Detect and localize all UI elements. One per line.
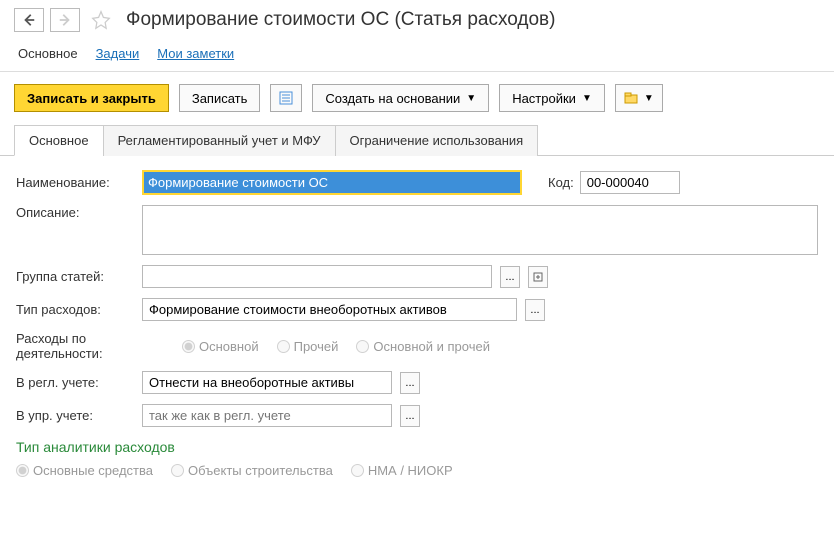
code-input-wrap: [580, 171, 680, 194]
caret-down-icon: ▼: [466, 93, 476, 104]
upr-select-button[interactable]: ...: [400, 405, 420, 427]
analytics-os-radio[interactable]: Основные средства: [16, 463, 153, 478]
type-input[interactable]: [143, 299, 516, 320]
back-button[interactable]: [14, 8, 44, 32]
desc-label: Описание:: [16, 205, 136, 220]
group-label: Группа статей:: [16, 269, 136, 284]
upr-input-wrap: [142, 404, 392, 427]
name-input[interactable]: Формирование стоимости ОС: [144, 172, 520, 193]
tab-limit[interactable]: Ограничение использования: [335, 125, 539, 156]
tab-reg[interactable]: Регламентированный учет и МФУ: [103, 125, 336, 156]
tab-main[interactable]: Основное: [14, 125, 104, 156]
more-button[interactable]: ▼: [615, 84, 663, 112]
list-icon: [279, 91, 293, 105]
type-label: Тип расходов:: [16, 302, 136, 317]
code-input[interactable]: [581, 172, 679, 193]
activity-radio-group: Основной Прочей Основной и прочей: [182, 339, 490, 354]
settings-button[interactable]: Настройки▼: [499, 84, 605, 112]
activity-main-radio[interactable]: Основной: [182, 339, 259, 354]
activity-other-radio[interactable]: Прочей: [277, 339, 339, 354]
code-label: Код:: [548, 175, 574, 190]
desc-textarea[interactable]: [142, 205, 818, 255]
form: Наименование: Формирование стоимости ОС …: [0, 156, 834, 492]
create-based-button[interactable]: Создать на основании▼: [312, 84, 489, 112]
page-title: Формирование стоимости ОС (Статья расход…: [126, 9, 555, 31]
reg-label: В регл. учете:: [16, 375, 136, 390]
type-input-wrap: [142, 298, 517, 321]
reg-input[interactable]: [143, 372, 391, 393]
analytics-nma-radio[interactable]: НМА / НИОКР: [351, 463, 453, 478]
list-button[interactable]: [270, 84, 302, 112]
upr-input[interactable]: [143, 405, 391, 426]
group-input[interactable]: [143, 266, 491, 287]
toolbar: Записать и закрыть Записать Создать на о…: [0, 72, 834, 124]
save-button[interactable]: Записать: [179, 84, 261, 112]
caret-down-icon: ▼: [582, 93, 592, 104]
open-icon: [533, 272, 543, 282]
name-input-wrap: Формирование стоимости ОС: [142, 170, 522, 195]
activity-both-radio[interactable]: Основной и прочей: [356, 339, 490, 354]
star-icon[interactable]: [90, 9, 112, 31]
name-label: Наименование:: [16, 175, 136, 190]
save-close-button[interactable]: Записать и закрыть: [14, 84, 169, 112]
nav-main[interactable]: Основное: [18, 46, 78, 61]
arrow-right-icon: [58, 13, 72, 27]
caret-down-icon: ▼: [644, 93, 654, 104]
nav-notes[interactable]: Мои заметки: [157, 46, 234, 61]
folder-icon: [624, 91, 638, 105]
nav-tasks[interactable]: Задачи: [96, 46, 140, 61]
activity-label: Расходы по деятельности:: [16, 331, 176, 361]
reg-input-wrap: [142, 371, 392, 394]
forward-button[interactable]: [50, 8, 80, 32]
arrow-left-icon: [22, 13, 36, 27]
tabs: Основное Регламентированный учет и МФУ О…: [0, 124, 834, 156]
group-input-wrap: [142, 265, 492, 288]
type-select-button[interactable]: ...: [525, 299, 545, 321]
analytics-radio-group: Основные средства Объекты строительства …: [16, 463, 818, 478]
analytics-title: Тип аналитики расходов: [16, 439, 818, 455]
upr-label: В упр. учете:: [16, 408, 136, 423]
top-nav: Основное Задачи Мои заметки: [0, 40, 834, 72]
reg-select-button[interactable]: ...: [400, 372, 420, 394]
analytics-obj-radio[interactable]: Объекты строительства: [171, 463, 333, 478]
group-select-button[interactable]: ...: [500, 266, 520, 288]
group-open-button[interactable]: [528, 266, 548, 288]
